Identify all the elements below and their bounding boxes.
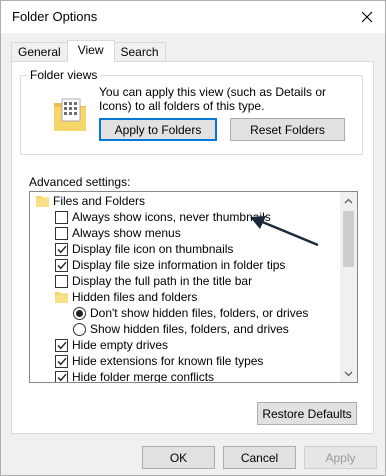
- folder-views-description: You can apply this view (such as Details…: [99, 85, 327, 113]
- settings-list: Files and Folders Always show icons, neve…: [30, 193, 341, 383]
- setting-label: Hide empty drives: [72, 338, 169, 352]
- settings-checkbox-option[interactable]: Always show menus: [30, 225, 341, 241]
- ok-button[interactable]: OK: [142, 446, 215, 469]
- close-button[interactable]: [353, 3, 381, 31]
- settings-checkbox-option[interactable]: Hide empty drives: [30, 337, 341, 353]
- settings-radio-option[interactable]: Don't show hidden files, folders, or dri…: [30, 305, 341, 321]
- scroll-thumb[interactable]: [343, 211, 354, 267]
- tab-view[interactable]: View: [66, 40, 115, 62]
- checkbox[interactable]: [55, 274, 68, 288]
- cancel-button[interactable]: Cancel: [223, 446, 296, 469]
- setting-label: Files and Folders: [53, 194, 146, 208]
- checkmark-icon: [57, 245, 67, 253]
- checkbox[interactable]: [55, 370, 68, 382]
- settings-checkbox-option[interactable]: Always show icons, never thumbnails: [30, 209, 341, 225]
- settings-category: Hidden files and folders: [30, 289, 341, 305]
- settings-checkbox-option[interactable]: Hide extensions for known file types: [30, 353, 341, 369]
- setting-label: Hide folder merge conflicts: [72, 370, 215, 383]
- chevron-down-icon: [344, 371, 353, 376]
- checkmark-icon: [57, 261, 67, 269]
- settings-checkbox-option[interactable]: Display the full path in the title bar: [30, 273, 341, 289]
- folder-views-label: Folder views: [27, 68, 101, 82]
- restore-defaults-button[interactable]: Restore Defaults: [257, 402, 357, 425]
- folder-views-icon: [54, 98, 86, 131]
- folder-views-group: Folder views You can apply this view (su…: [20, 68, 363, 155]
- setting-label: Always show icons, never thumbnails: [72, 210, 271, 224]
- advanced-settings-label: Advanced settings:: [29, 175, 131, 189]
- reset-folders-button[interactable]: Reset Folders: [230, 118, 345, 141]
- window-title: Folder Options: [12, 9, 98, 24]
- setting-label: Display the full path in the title bar: [72, 274, 253, 288]
- settings-checkbox-option[interactable]: Display file icon on thumbnails: [30, 241, 341, 257]
- radio-button[interactable]: [73, 306, 86, 320]
- setting-label: Display file size information in folder …: [72, 258, 286, 272]
- scroll-up-button[interactable]: [340, 192, 357, 209]
- checkbox[interactable]: [55, 242, 68, 256]
- checkbox[interactable]: [55, 354, 68, 368]
- folder-icon: [55, 292, 68, 303]
- checkbox[interactable]: [55, 258, 68, 272]
- setting-label: Display file icon on thumbnails: [72, 242, 234, 256]
- tab-search[interactable]: Search: [113, 42, 166, 62]
- close-icon: [361, 11, 373, 23]
- setting-label: Always show menus: [72, 226, 181, 240]
- tab-strip: General View Search: [11, 40, 166, 62]
- settings-checkbox-option[interactable]: Display file size information in folder …: [30, 257, 341, 273]
- settings-radio-option[interactable]: Show hidden files, folders, and drives: [30, 321, 341, 337]
- settings-checkbox-option[interactable]: Hide folder merge conflicts: [30, 369, 341, 383]
- checkmark-icon: [57, 357, 67, 365]
- folder-options-window: Folder Options General View Search Folde…: [0, 0, 386, 476]
- advanced-settings-tree[interactable]: Files and Folders Always show icons, neve…: [29, 191, 358, 383]
- vertical-scrollbar[interactable]: [340, 192, 357, 382]
- scroll-down-button[interactable]: [340, 365, 357, 382]
- checkbox[interactable]: [55, 210, 68, 224]
- radio-dot: [76, 309, 83, 317]
- radio-button[interactable]: [73, 322, 86, 336]
- setting-label: Hide extensions for known file types: [72, 354, 264, 368]
- folder-icon: [36, 196, 49, 207]
- tab-general[interactable]: General: [11, 42, 68, 62]
- setting-label: Show hidden files, folders, and drives: [90, 322, 289, 336]
- apply-to-folders-button[interactable]: Apply to Folders: [99, 118, 217, 141]
- settings-category: Files and Folders: [30, 193, 341, 209]
- checkmark-icon: [57, 373, 67, 381]
- setting-label: Hidden files and folders: [72, 290, 198, 304]
- chevron-up-icon: [344, 198, 353, 203]
- title-bar: Folder Options: [1, 1, 385, 33]
- checkbox[interactable]: [55, 338, 68, 352]
- setting-label: Don't show hidden files, folders, or dri…: [90, 306, 309, 320]
- apply-button[interactable]: Apply: [304, 446, 377, 469]
- checkmark-icon: [57, 341, 67, 349]
- checkbox[interactable]: [55, 226, 68, 240]
